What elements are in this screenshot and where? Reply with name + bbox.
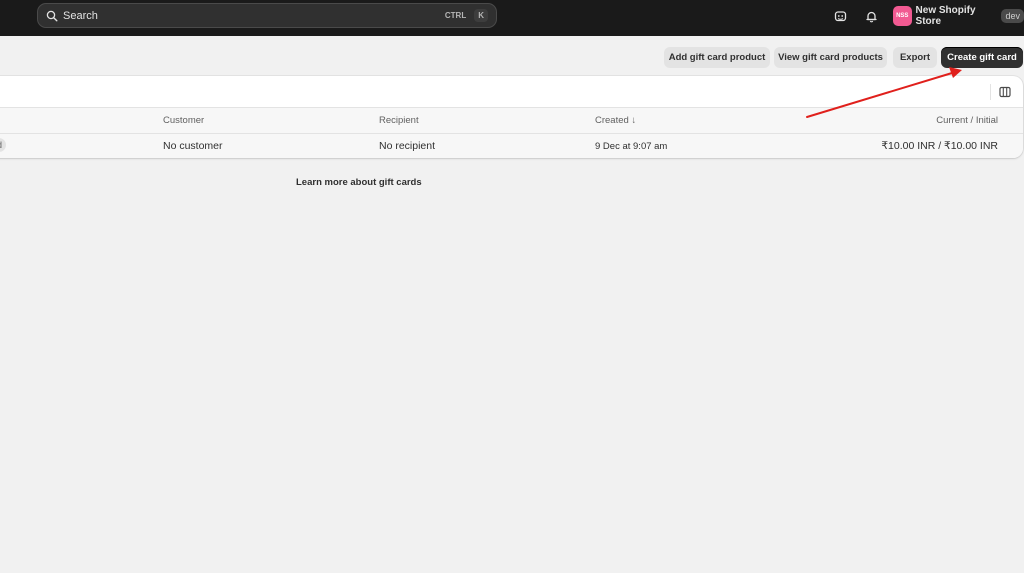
cell-created: 9 Dec at 9:07 am xyxy=(595,141,668,152)
table-row[interactable]: d No customer No recipient 9 Dec at 9:07… xyxy=(0,134,1023,158)
export-button[interactable]: Export xyxy=(893,47,937,68)
store-avatar: NSS xyxy=(893,6,912,26)
learn-more-link[interactable]: Learn more about gift cards xyxy=(296,177,422,188)
table-filter-bar xyxy=(0,76,1023,108)
dev-badge: dev xyxy=(1001,9,1024,23)
column-header-created[interactable]: Created ↓ xyxy=(595,115,636,126)
column-header-recipient[interactable]: Recipient xyxy=(379,115,419,126)
search-bar[interactable]: Search CTRL K xyxy=(37,3,497,28)
store-name: New Shopify Store xyxy=(915,5,976,27)
columns-icon[interactable] xyxy=(997,84,1013,100)
bell-icon[interactable] xyxy=(863,8,879,24)
chat-icon[interactable] xyxy=(832,8,848,24)
shortcut-ctrl: CTRL xyxy=(444,11,467,20)
column-header-balance[interactable]: Current / Initial xyxy=(936,115,998,126)
create-gift-card-button[interactable]: Create gift card xyxy=(941,47,1023,68)
search-input[interactable]: Search xyxy=(63,10,441,22)
column-header-customer[interactable]: Customer xyxy=(163,115,204,126)
cell-balance: ₹10.00 INR / ₹10.00 INR xyxy=(881,140,998,152)
store-switcher[interactable]: NSS New Shopify Store dev xyxy=(893,5,1024,27)
add-gift-card-product-button[interactable]: Add gift card product xyxy=(664,47,770,68)
cell-recipient: No recipient xyxy=(379,140,436,152)
search-icon xyxy=(46,10,58,22)
table-header: Customer Recipient Created ↓ Current / I… xyxy=(0,108,1023,134)
gift-cards-table: Customer Recipient Created ↓ Current / I… xyxy=(0,76,1023,158)
top-bar: Search CTRL K NSS New Shopify Store dev xyxy=(0,0,1024,36)
view-gift-card-products-button[interactable]: View gift card products xyxy=(774,47,887,68)
shortcut-k: K xyxy=(474,9,488,22)
sort-descending-icon: ↓ xyxy=(631,115,637,126)
cell-customer: No customer xyxy=(163,140,223,152)
status-badge: d xyxy=(0,138,6,152)
toolbar-divider xyxy=(990,84,991,100)
column-header-created-label: Created xyxy=(595,115,629,126)
